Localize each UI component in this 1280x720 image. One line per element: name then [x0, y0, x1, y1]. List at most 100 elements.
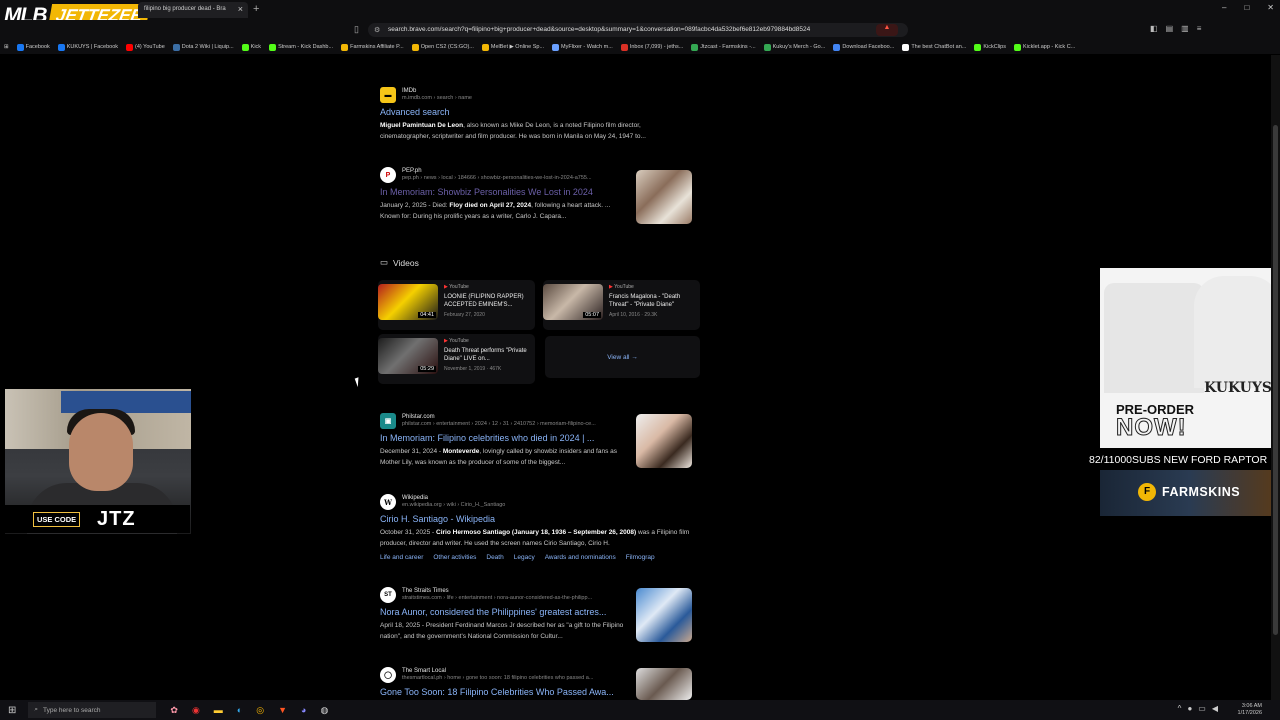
result-url: en.wikipedia.org › wiki › Cirio_H._Santi… [402, 502, 506, 508]
url-field[interactable]: ⚙ search.brave.com/search?q=filipino+big… [368, 23, 908, 37]
bookmark-label: Dota 2 Wiki | Liquip... [181, 44, 234, 50]
file-explorer-icon[interactable]: ▬ [214, 705, 223, 715]
result-title-link[interactable]: Advanced search [380, 107, 700, 117]
site-info-icon[interactable]: ⚙ [374, 26, 380, 34]
scrollbar[interactable] [1271, 55, 1280, 700]
video-card[interactable]: 04:41 ▶ YouTube LOONIE (FILIPINO RAPPER)… [378, 280, 535, 330]
taskbar-search[interactable]: ⌕ Type here to search [28, 702, 157, 718]
bookmark-icon[interactable]: ▯ [354, 24, 359, 35]
sublink[interactable]: Other activities [433, 554, 476, 561]
result-description: December 31, 2024 - Monteverde, lovingly… [380, 448, 618, 466]
video-icon: ▭ [380, 257, 389, 267]
result-thumbnail[interactable] [636, 588, 692, 642]
bookmark-item[interactable]: KUKUYS | Facebook [57, 43, 119, 51]
video-card[interactable]: 05:29 ▶ YouTube Death Threat performs "P… [378, 334, 535, 384]
sublink[interactable]: Filmograp [626, 554, 655, 561]
bookmark-item[interactable]: Download Faceboo... [833, 43, 894, 51]
bookmark-favicon-icon [241, 43, 249, 51]
video-date: February 27, 2020 [444, 312, 485, 318]
bookmark-favicon-icon [691, 43, 699, 51]
bookmark-favicon-icon [763, 43, 771, 51]
video-card[interactable]: 05:07 ▶ YouTube Francis Magalona - "Deat… [543, 280, 700, 330]
app-icon[interactable]: ◉ [192, 705, 200, 716]
sublink[interactable]: Death [486, 554, 503, 561]
videos-heading: Videos [393, 257, 419, 268]
bookmark-item[interactable]: (4) YouTube [126, 43, 165, 51]
video-source: ▶ YouTube [444, 284, 469, 290]
bookmark-favicon-icon [620, 43, 628, 51]
bookmark-item[interactable]: Inbox (7,099) - jeths... [620, 43, 684, 51]
straitstimes-favicon: ST [380, 587, 396, 603]
volume-icon[interactable]: ◀ [1212, 704, 1218, 713]
bookmark-label: MelBet ▶ Online Sp... [490, 44, 545, 50]
close-tab-icon[interactable]: × [238, 4, 243, 14]
bookmark-favicon-icon [172, 43, 180, 51]
apps-icon[interactable]: ⊞ [4, 44, 9, 50]
result-source: The Smart Local [402, 668, 447, 674]
bookmark-label: (4) YouTube [135, 44, 165, 50]
result-source: IMDb [402, 88, 417, 94]
bookmark-item[interactable]: MyFlixer - Watch m... [552, 43, 613, 51]
search-result: ▬ IMDb m.imdb.com › search › name Advanc… [380, 86, 700, 148]
bookmark-item[interactable]: Kicklet.app - Kick C... [1013, 43, 1075, 51]
clock[interactable]: 3:06 AM 1/17/2026 [1238, 703, 1262, 717]
video-title: LOONIE (FILIPINO RAPPER) ACCEPTED EMINEM… [444, 294, 524, 308]
imdb-favicon: ▬ [380, 87, 396, 103]
video-meta: April 10, 2016 · 29.3K [609, 312, 658, 318]
windows-start-icon[interactable]: ⊞ [8, 705, 16, 716]
view-all-videos-link[interactable]: View all → [545, 336, 700, 378]
bookmark-item[interactable]: Kick [241, 43, 261, 51]
minimize-button[interactable]: – [1222, 3, 1226, 12]
video-title: Francis Magalona - "Death Threat" - "Pri… [609, 294, 681, 308]
microphone-icon[interactable]: ● [1187, 704, 1192, 713]
bookmark-label: Facebook [25, 44, 50, 50]
result-thumbnail[interactable] [636, 170, 692, 224]
result-thumbnail[interactable] [636, 668, 692, 700]
sublink[interactable]: Legacy [514, 554, 535, 561]
sidebar-icon[interactable]: ▥ [1181, 24, 1189, 33]
bookmark-item[interactable]: Farmskins Affiliate P... [341, 43, 404, 51]
result-url: straitstimes.com › life › entertainment … [402, 595, 593, 601]
bookmark-label: Jtzcast - Farmskins -... [700, 44, 756, 50]
result-sublinks: Life and career Other activities Death L… [380, 554, 700, 561]
wallet-icon[interactable]: ▤ [1166, 24, 1174, 33]
new-tab-icon[interactable]: + [253, 3, 259, 15]
url-text: search.brave.com/search?q=filipino+big+p… [388, 26, 811, 33]
tshirt-image [1194, 276, 1280, 388]
browser-tab[interactable]: filipino big producer dead - Bra × [138, 2, 248, 18]
bookmark-item[interactable]: Open CS2 (CS:GO)... [411, 43, 474, 51]
bookmark-item[interactable]: KickClips [974, 43, 1006, 51]
edge-icon[interactable]: ◐ [237, 705, 242, 715]
bookmark-item[interactable]: MelBet ▶ Online Sp... [481, 43, 545, 51]
bookmark-item[interactable]: The best ChatBot an... [902, 43, 966, 51]
promo-code-banner: USE CODE JTZ [0, 505, 190, 533]
bookmark-label: Inbox (7,099) - jeths... [629, 44, 684, 50]
maximize-button[interactable]: □ [1244, 3, 1249, 12]
search-result: ST The Straits Times straitstimes.com › … [380, 586, 700, 648]
bookmark-item[interactable]: Stream - Kick Dashb... [269, 43, 333, 51]
sublink[interactable]: Life and career [380, 554, 423, 561]
obs-icon[interactable]: ◍ [320, 705, 328, 716]
result-url: thesmartlocal.ph › home › gone too soon:… [402, 675, 594, 681]
close-window-button[interactable]: ✕ [1267, 3, 1274, 12]
brave-shields-icon[interactable]: ▲ [876, 24, 898, 36]
result-title-link[interactable]: Cirio H. Santiago - Wikipedia [380, 514, 700, 524]
result-source: Wikipedia [402, 495, 429, 501]
youtube-icon: ▶ [444, 284, 448, 290]
discord-icon[interactable]: ◕ [301, 705, 306, 715]
result-description: Miguel Pamintuan De Leon, also known as … [380, 122, 646, 140]
extension-icon[interactable]: ◧ [1150, 24, 1158, 33]
network-icon[interactable]: ▭ [1198, 704, 1206, 713]
chevron-up-icon[interactable]: ^ [1178, 704, 1182, 713]
chrome-icon[interactable]: ◎ [256, 705, 264, 716]
bookmark-item[interactable]: Kukuy's Merch - Go... [763, 43, 825, 51]
bookmark-item[interactable]: Facebook [16, 43, 50, 51]
scrollbar-thumb[interactable] [1273, 125, 1278, 635]
result-thumbnail[interactable] [636, 414, 692, 468]
bookmark-item[interactable]: Dota 2 Wiki | Liquip... [172, 43, 234, 51]
sublink[interactable]: Awards and nominations [545, 554, 616, 561]
bookmark-label: KUKUYS | Facebook [66, 44, 119, 50]
brave-icon[interactable]: ▼ [278, 705, 287, 715]
bookmark-item[interactable]: Jtzcast - Farmskins -... [691, 43, 756, 51]
menu-icon[interactable]: ≡ [1197, 24, 1202, 33]
